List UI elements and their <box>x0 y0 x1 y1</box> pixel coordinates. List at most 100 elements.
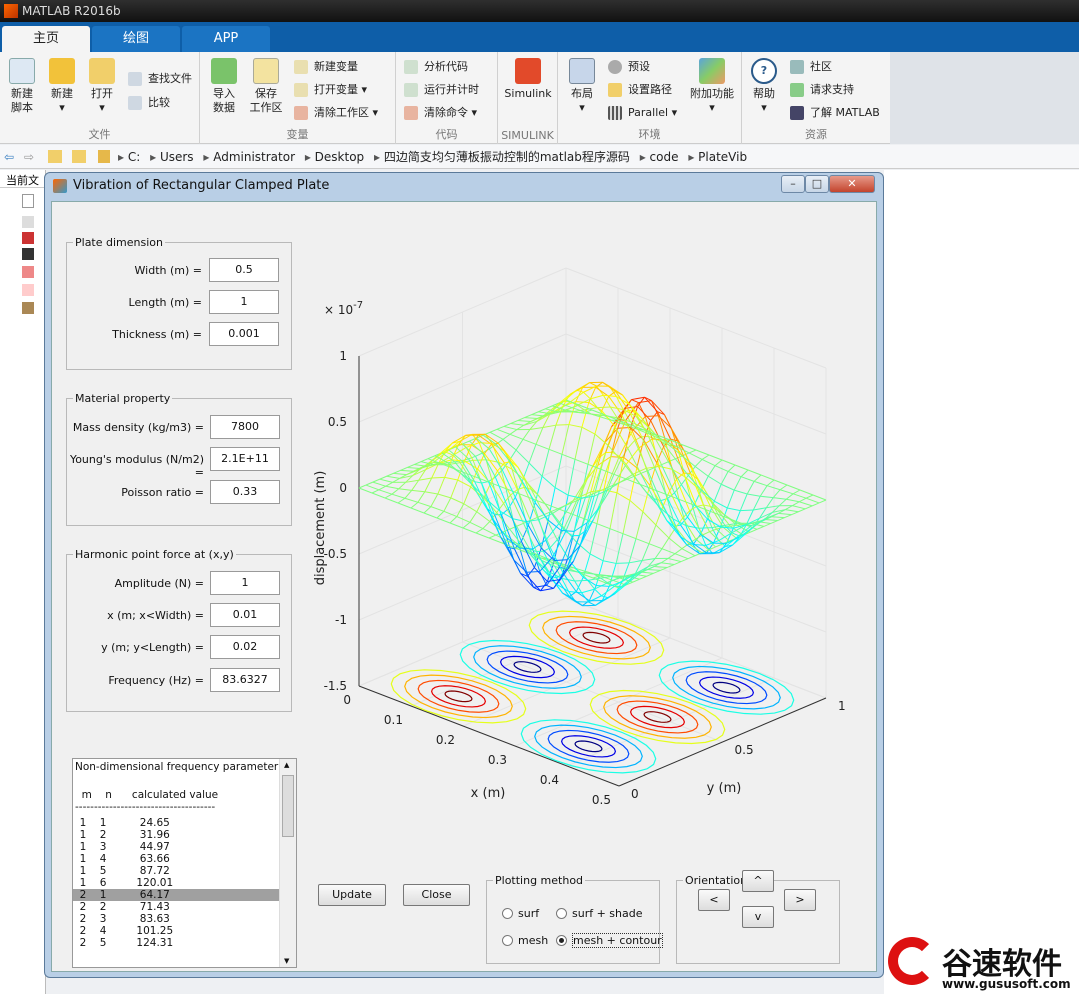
tab-apps[interactable]: APP <box>182 26 270 52</box>
breadcrumb-item[interactable]: Desktop <box>315 150 368 164</box>
pdf-file-icon[interactable] <box>22 284 34 296</box>
file-icon[interactable] <box>22 194 34 208</box>
scrollbar-thumb[interactable] <box>282 775 294 837</box>
frequency-field[interactable]: 83.6327 <box>210 668 280 692</box>
tab-home[interactable]: 主页 <box>2 26 90 52</box>
addons-button[interactable]: 附加功能 ▾ <box>686 58 738 115</box>
listbox-scrollbar[interactable]: ▲ ▼ <box>279 759 296 967</box>
list-item[interactable]: 2 4 101.25 <box>73 925 279 937</box>
request-support-button[interactable]: 请求支持 <box>790 81 854 99</box>
new-button[interactable]: 新建 ▾ <box>40 58 84 115</box>
parallel-button[interactable]: Parallel ▾ <box>608 104 677 122</box>
import-data-button[interactable]: 导入 数据 <box>202 58 246 115</box>
orient-down-button[interactable]: v <box>742 906 774 928</box>
update-button[interactable]: Update <box>318 884 386 906</box>
list-item[interactable]: 1 3 44.97 <box>73 841 279 853</box>
help-button[interactable]: ? 帮助 ▾ <box>742 58 786 115</box>
browse-folder-icon[interactable] <box>72 150 86 163</box>
amplitude-field[interactable]: 1 <box>210 571 280 595</box>
m-file-icon[interactable] <box>22 302 34 314</box>
breadcrumb-separator-icon[interactable]: ▸ <box>150 150 160 164</box>
mesh-line <box>747 493 761 497</box>
close-button[interactable]: Close <box>403 884 470 906</box>
frequency-listbox[interactable]: Non-dimensional frequency parameter m n … <box>72 758 297 968</box>
breadcrumb-item[interactable]: Administrator <box>213 150 299 164</box>
surf-radio[interactable]: surf <box>502 907 539 920</box>
radio-dot[interactable] <box>502 908 513 919</box>
breadcrumb-separator-icon[interactable]: ▸ <box>118 150 128 164</box>
community-button[interactable]: 社区 <box>790 58 832 76</box>
list-item[interactable]: 1 2 31.96 <box>73 829 279 841</box>
mesh-line <box>695 449 710 456</box>
radio-dot[interactable] <box>502 935 513 946</box>
breadcrumb-item[interactable]: Users <box>160 150 197 164</box>
compare-button[interactable]: 比较 <box>128 94 170 112</box>
up-folder-icon[interactable] <box>48 150 62 163</box>
mesh-line <box>424 491 438 495</box>
mesh-line <box>602 528 611 561</box>
mesh-contour-radio[interactable]: mesh + contour <box>556 933 663 948</box>
mesh-radio[interactable]: mesh <box>502 934 548 947</box>
force-x-field[interactable]: 0.01 <box>210 603 280 627</box>
open-button[interactable]: 打开 ▾ <box>80 58 124 115</box>
orient-up-button[interactable]: ^ <box>742 870 774 892</box>
breadcrumb-separator-icon[interactable]: ▸ <box>374 150 384 164</box>
displacement-3d-plot[interactable]: 10.50-0.5-1-1.500.10.20.30.40.5 00.51 × 1… <box>304 230 864 810</box>
tab-plots[interactable]: 绘图 <box>92 26 180 52</box>
breadcrumb-separator-icon[interactable]: ▸ <box>688 150 698 164</box>
jpg-file-icon[interactable] <box>22 248 34 260</box>
clear-commands-button[interactable]: 清除命令 ▾ <box>404 104 477 122</box>
simulink-button[interactable]: Simulink <box>502 58 554 101</box>
thickness-field[interactable]: 0.001 <box>209 322 279 346</box>
pdf-file-icon[interactable] <box>22 266 34 278</box>
forward-arrow-icon[interactable]: ⇨ <box>24 145 34 169</box>
orient-left-button[interactable]: < <box>698 889 730 911</box>
breadcrumb-separator-icon[interactable]: ▸ <box>640 150 650 164</box>
minimize-button[interactable]: – <box>781 175 805 193</box>
density-field[interactable]: 7800 <box>210 415 280 439</box>
youngs-modulus-field[interactable]: 2.1E+11 <box>210 447 280 471</box>
orient-right-button[interactable]: > <box>784 889 816 911</box>
breadcrumb-item[interactable]: PlateVib <box>698 150 747 164</box>
help-question-icon: ? <box>751 58 777 84</box>
run-and-time-button[interactable]: 运行并计时 <box>404 81 479 99</box>
radio-dot[interactable] <box>556 935 567 946</box>
list-item[interactable]: 1 6 120.01 <box>73 877 279 889</box>
poisson-ratio-field[interactable]: 0.33 <box>210 480 280 504</box>
breadcrumb-item[interactable]: code <box>650 150 683 164</box>
breadcrumb-item[interactable]: 四边简支均匀薄板振动控制的matlab程序源码 <box>384 150 634 164</box>
layout-button[interactable]: 布局 ▾ <box>560 58 604 115</box>
open-variable-button[interactable]: 打开变量 ▾ <box>294 81 367 99</box>
list-item[interactable]: 2 3 83.63 <box>73 913 279 925</box>
analyze-code-button[interactable]: 分析代码 <box>404 58 468 76</box>
learn-matlab-button[interactable]: 了解 MATLAB <box>790 104 880 122</box>
breadcrumb-separator-icon[interactable]: ▸ <box>305 150 315 164</box>
breadcrumb-separator-icon[interactable]: ▸ <box>203 150 213 164</box>
close-window-button[interactable]: ✕ <box>829 175 875 193</box>
length-field[interactable]: 1 <box>209 290 279 314</box>
set-path-button[interactable]: 设置路径 <box>608 81 672 99</box>
radio-dot[interactable] <box>556 908 567 919</box>
list-item[interactable]: 2 5 124.31 <box>73 937 279 949</box>
clear-workspace-button[interactable]: 清除工作区 ▾ <box>294 104 378 122</box>
save-workspace-button[interactable]: 保存 工作区 <box>244 58 288 115</box>
list-item[interactable]: 1 4 63.66 <box>73 853 279 865</box>
breadcrumb-item[interactable]: C: <box>128 150 144 164</box>
new-variable-button[interactable]: 新建变量 <box>294 58 358 76</box>
fig-file-icon[interactable] <box>22 232 34 244</box>
maximize-button[interactable]: □ <box>805 175 829 193</box>
list-item[interactable]: 1 5 87.72 <box>73 865 279 877</box>
file-icon[interactable] <box>22 216 34 228</box>
preferences-button[interactable]: 预设 <box>608 58 650 76</box>
force-y-field[interactable]: 0.02 <box>210 635 280 659</box>
scroll-up-icon[interactable]: ▲ <box>284 761 289 769</box>
find-files-button[interactable]: 查找文件 <box>128 70 192 88</box>
back-arrow-icon[interactable]: ⇦ <box>4 145 14 169</box>
surf-shade-radio[interactable]: surf + shade <box>556 907 643 920</box>
list-item[interactable]: 2 1 64.17 <box>73 889 279 901</box>
list-item[interactable]: 2 2 71.43 <box>73 901 279 913</box>
width-field[interactable]: 0.5 <box>209 258 279 282</box>
list-item[interactable]: 1 1 24.65 <box>73 817 279 829</box>
new-script-button[interactable]: 新建 脚本 <box>0 58 44 115</box>
scroll-down-icon[interactable]: ▼ <box>284 957 289 965</box>
